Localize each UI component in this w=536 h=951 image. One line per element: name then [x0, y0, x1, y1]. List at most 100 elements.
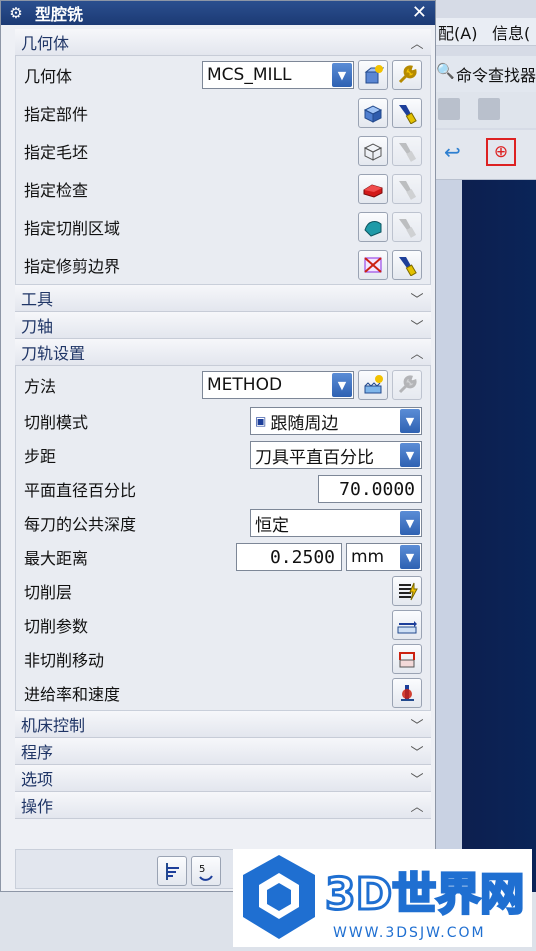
row-flat-diameter-percent: 平面直径百分比 70.0000: [16, 472, 430, 506]
section-options-header[interactable]: 选项 ﹀: [15, 765, 431, 792]
replay-button[interactable]: 5: [191, 856, 221, 886]
watermark-brand: 3D世界网: [325, 869, 524, 920]
cut-parameters-icon: [397, 621, 417, 634]
chevron-down-icon[interactable]: ▼: [400, 409, 420, 433]
menu-assembly[interactable]: 配(A): [438, 20, 477, 44]
section-path-header[interactable]: 刀轨设置 ︿: [15, 339, 431, 366]
graphics-viewport[interactable]: [430, 180, 536, 951]
new-method-button[interactable]: [358, 370, 388, 400]
cut-levels-button[interactable]: [392, 576, 422, 606]
gear-icon[interactable]: ⚙: [7, 4, 25, 22]
new-geometry-button[interactable]: [358, 60, 388, 90]
select-check-button[interactable]: [358, 174, 388, 204]
wrench-icon: [398, 65, 417, 84]
section-actions-header[interactable]: 操作 ︿: [15, 792, 431, 819]
background-toolbar-selection: ↩ ⊕: [430, 130, 536, 180]
cut-parameters-button[interactable]: [392, 610, 422, 640]
geometry-select[interactable]: MCS_MILL ▼: [202, 61, 354, 89]
menu-info[interactable]: 信息(: [492, 20, 530, 44]
dialog-titlebar[interactable]: ⚙ 型腔铣 ✕: [1, 1, 435, 25]
chevron-down-icon[interactable]: ﹀: [409, 715, 425, 734]
flashlight-icon: [399, 181, 417, 200]
flashlight-icon: [399, 219, 417, 238]
chevron-down-icon[interactable]: ﹀: [409, 316, 425, 335]
flashlight-icon: [399, 257, 417, 276]
chevron-down-icon[interactable]: ▼: [332, 373, 352, 397]
chevron-down-icon[interactable]: ▼: [400, 443, 420, 467]
row-non-cutting-moves: 非切削移动: [16, 642, 430, 676]
close-button[interactable]: ✕: [412, 2, 427, 23]
show-part-button[interactable]: [392, 98, 422, 128]
stepover-label: 步距: [24, 447, 57, 466]
row-specify-part: 指定部件: [16, 94, 430, 132]
select-trim-button[interactable]: [358, 250, 388, 280]
specify-blank-label: 指定毛坯: [24, 143, 89, 162]
select-cut-area-button[interactable]: [358, 212, 388, 242]
feeds-speeds-icon: [401, 685, 414, 701]
edit-method-button[interactable]: [392, 370, 422, 400]
watermark-url: WWW.3DSJW.COM: [333, 925, 486, 941]
section-path-title: 刀轨设置: [21, 344, 86, 363]
section-options-title: 选项: [21, 770, 54, 789]
chevron-down-icon[interactable]: ﹀: [409, 742, 425, 761]
common-depth-label: 每刀的公共深度: [24, 515, 137, 534]
chevron-down-icon[interactable]: ﹀: [409, 289, 425, 308]
generate-button[interactable]: [157, 856, 187, 886]
background-toolbar-icons: [430, 92, 536, 128]
section-program-header[interactable]: 程序 ﹀: [15, 738, 431, 765]
row-geometry: 几何体 MCS_MILL ▼: [16, 56, 430, 94]
cavity-mill-dialog: ⚙ 型腔铣 ✕ 几何体 ︿ 几何体 MCS_MILL ▼ 指定部件 指定毛坯 指…: [0, 0, 436, 892]
show-trim-button[interactable]: [392, 250, 422, 280]
chevron-down-icon[interactable]: ▼: [400, 545, 420, 569]
filter-arrow-icon[interactable]: ↩: [444, 140, 461, 164]
non-cutting-label: 非切削移动: [24, 651, 105, 670]
section-geometry-header[interactable]: 几何体 ︿: [15, 29, 431, 56]
chevron-down-icon[interactable]: ▼: [400, 511, 420, 535]
section-tool-header[interactable]: 工具 ﹀: [15, 285, 431, 312]
flashlight-icon: [399, 105, 417, 124]
flat-percent-input[interactable]: 70.0000: [318, 475, 422, 503]
chevron-down-icon[interactable]: ﹀: [409, 769, 425, 788]
cut-pattern-select[interactable]: ▣ 跟随周边 ▼: [250, 407, 422, 435]
select-part-button[interactable]: [358, 98, 388, 128]
method-select[interactable]: METHOD ▼: [202, 371, 354, 399]
part-icon: [363, 105, 383, 123]
cut-parameters-label: 切削参数: [24, 617, 89, 636]
show-cut-area-button[interactable]: [392, 212, 422, 242]
section-actions-title: 操作: [21, 797, 54, 816]
chevron-up-icon[interactable]: ︿: [409, 33, 425, 52]
specify-part-label: 指定部件: [24, 105, 89, 124]
stepover-value: 刀具平直百分比: [255, 447, 374, 468]
method-select-value: METHOD: [207, 375, 283, 395]
toolbar-icon-disabled: [478, 98, 500, 120]
dialog-title: 型腔铣: [35, 5, 84, 24]
non-cutting-button[interactable]: [392, 644, 422, 674]
chevron-up-icon[interactable]: ︿: [409, 796, 425, 815]
row-stepover: 步距 刀具平直百分比 ▼: [16, 438, 430, 472]
new-geometry-icon: [364, 65, 384, 84]
new-method-icon: [364, 375, 383, 394]
watermark-logo: 3D世界网 WWW.3DSJW.COM: [243, 855, 526, 941]
select-blank-button[interactable]: [358, 136, 388, 166]
show-blank-button[interactable]: [392, 136, 422, 166]
show-check-button[interactable]: [392, 174, 422, 204]
chevron-down-icon[interactable]: ▼: [332, 63, 352, 87]
cut-levels-label: 切削层: [24, 583, 73, 602]
section-machine-header[interactable]: 机床控制 ﹀: [15, 711, 431, 738]
crosshair-filter-icon[interactable]: ⊕: [486, 138, 516, 166]
section-axis-header[interactable]: 刀轴 ﹀: [15, 312, 431, 339]
wrench-icon: [398, 375, 417, 394]
unit-value: mm: [351, 547, 385, 567]
edit-geometry-button[interactable]: [392, 60, 422, 90]
max-distance-label: 最大距离: [24, 549, 89, 568]
common-depth-select[interactable]: 恒定 ▼: [250, 509, 422, 537]
background-toolbar: 🔍 命令查找器: [430, 56, 536, 92]
command-finder-label[interactable]: 命令查找器: [456, 62, 536, 86]
max-distance-input[interactable]: 0.2500: [236, 543, 342, 571]
chevron-up-icon[interactable]: ︿: [409, 343, 425, 362]
unit-select[interactable]: mm ▼: [346, 543, 422, 571]
command-finder-icon[interactable]: 🔍: [436, 62, 455, 80]
stepover-select[interactable]: 刀具平直百分比 ▼: [250, 441, 422, 469]
feeds-speeds-button[interactable]: [392, 678, 422, 708]
flashlight-icon: [399, 143, 417, 162]
